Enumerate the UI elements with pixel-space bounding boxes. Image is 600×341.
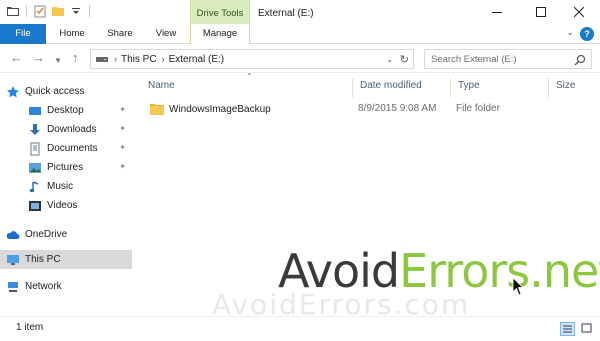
nav-item-videos[interactable]: Videos [0,196,132,215]
documents-icon [30,142,40,155]
nav-item-desktop[interactable]: Desktop ✦ [0,101,132,120]
expand-ribbon-icon[interactable]: ⌄ [566,27,574,38]
column-divider[interactable] [548,78,549,98]
column-header-date-modified[interactable]: Date modified [360,80,422,91]
status-bar: 1 item [0,316,600,341]
breadcrumb-separator: › [114,54,117,64]
nav-item-label: Network [25,281,62,292]
window-title: External (E:) [258,8,314,19]
column-header-type[interactable]: Type [458,80,480,91]
folder-icon [150,104,164,115]
tab-view[interactable]: View [144,24,188,44]
column-divider[interactable] [450,78,451,98]
file-date-modified: 8/9/2015 9:08 AM [358,103,437,114]
minimize-button[interactable] [480,2,514,22]
minimize-icon [492,12,502,13]
cloud-icon [6,230,20,239]
tab-manage[interactable]: Manage [190,24,250,44]
folder-icon[interactable] [6,4,20,18]
search-icon[interactable] [573,53,587,67]
nav-item-label: Pictures [47,162,84,173]
nav-item-label: Videos [47,200,78,211]
tab-share[interactable]: Share [98,24,142,44]
nav-item-label: This PC [25,254,61,265]
computer-icon [7,254,19,265]
nav-item-label: Quick access [25,86,85,97]
nav-item-label: Music [47,181,74,192]
address-dropdown-icon[interactable]: ⌄ [386,55,393,64]
table-row[interactable]: WindowsImageBackup 8/9/2015 9:08 AM File… [142,100,590,118]
network-icon [8,281,18,292]
title-bar: Drive Tools External (E:) [0,0,600,24]
drive-icon [96,57,108,62]
desktop-icon [29,106,41,115]
nav-item-this-pc[interactable]: This PC [0,250,132,269]
qat-separator [89,5,90,17]
column-divider[interactable] [352,78,353,98]
large-icons-view-button[interactable] [580,322,595,336]
quick-access-toolbar [6,4,92,18]
large-icons-view-icon [581,323,592,333]
maximize-button[interactable] [524,2,558,22]
nav-item-pictures[interactable]: Pictures ✦ [0,158,132,177]
pin-icon[interactable]: ✦ [119,162,126,171]
recent-locations-icon[interactable]: ▼ [54,54,62,68]
up-arrow-icon[interactable]: ↑ [72,51,79,65]
qat-separator [26,5,27,17]
watermark-logo: AvoidErrors.net [278,246,600,296]
drive-tools-tab-group: Drive Tools [190,0,250,24]
pin-icon[interactable]: ✦ [119,143,126,152]
file-type: File folder [456,103,500,114]
pin-icon[interactable]: ✦ [119,124,126,133]
breadcrumb-external-drive[interactable]: External (E:) [169,54,225,65]
pictures-icon [29,162,41,173]
refresh-icon[interactable]: ↻ [400,53,409,66]
sort-ascending-icon: ⌃ [246,72,253,81]
search-placeholder: Search External (E:) [431,54,517,65]
context-tab-group-label: Drive Tools [196,8,244,19]
column-header-name[interactable]: Name [148,80,175,91]
customize-qat-icon[interactable] [69,4,83,18]
watermark-part2: Errors.net [399,244,600,298]
breadcrumb-separator: › [161,54,165,64]
nav-item-label: Documents [47,143,98,154]
watermark-part1: Avoid [278,244,400,298]
address-bar[interactable]: › This PC › External (E:) ⌄ ↻ [90,49,414,69]
download-icon [30,123,40,135]
ribbon-tab-bar: File Home Share View Manage ⌄ ? [0,24,600,44]
file-name: WindowsImageBackup [169,103,271,115]
details-view-icon [563,325,572,333]
nav-item-music[interactable]: Music [0,177,132,196]
help-icon[interactable]: ? [580,27,594,41]
tab-file[interactable]: File [0,24,46,44]
close-icon [574,7,584,17]
item-count: 1 item [16,322,44,333]
close-button[interactable] [562,2,596,22]
nav-item-documents[interactable]: Documents ✦ [0,139,132,158]
tab-home[interactable]: Home [50,24,94,44]
maximize-icon [536,7,546,17]
mouse-cursor-icon [512,277,524,296]
search-box[interactable]: Search External (E:) [424,49,592,69]
navigation-pane: Quick access Desktop ✦ Downloads ✦ Docum… [0,74,132,316]
navigation-bar: ← → ▼ ↑ › This PC › External (E:) ⌄ ↻ Se… [0,45,600,73]
nav-item-onedrive[interactable]: OneDrive [0,225,132,244]
nav-item-label: Downloads [47,124,97,135]
nav-item-quick-access[interactable]: Quick access [0,82,132,101]
properties-icon[interactable] [33,4,47,18]
details-view-button[interactable] [560,322,575,336]
nav-item-label: Desktop [47,105,84,116]
videos-icon [29,200,41,211]
nav-item-network[interactable]: Network [0,277,132,296]
forward-arrow-icon[interactable]: → [32,51,45,65]
back-arrow-icon[interactable]: ← [10,51,23,65]
pin-icon[interactable]: ✦ [119,105,126,114]
nav-item-downloads[interactable]: Downloads ✦ [0,120,132,139]
new-folder-icon[interactable] [51,4,65,18]
star-icon [7,85,19,97]
music-icon [29,180,39,192]
column-header-size[interactable]: Size [556,80,575,91]
breadcrumb-this-pc[interactable]: This PC [121,54,157,65]
nav-item-label: OneDrive [25,229,68,240]
